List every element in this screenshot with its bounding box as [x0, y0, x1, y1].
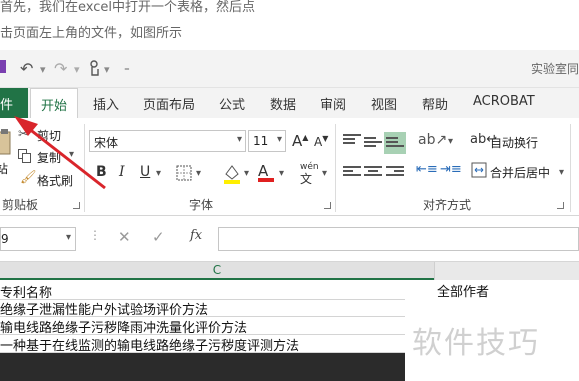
- cancel-entry-icon[interactable]: ✕: [118, 228, 131, 246]
- table-row[interactable]: 一种基于在线监测的输电线路绝缘子污秽度评测方法: [0, 334, 405, 353]
- insert-function-icon[interactable]: fx: [190, 228, 202, 243]
- obscured-region: [0, 353, 405, 381]
- watermark: 软件技巧: [412, 326, 540, 361]
- table-row[interactable]: 输电线路绝缘子污秽降雨冲洗量化评价方法: [0, 316, 405, 335]
- formula-bar-handle-icon[interactable]: ⋮: [89, 228, 101, 242]
- formula-bar: 9 ▾ ⋮ ✕ ✓ fx: [0, 216, 579, 262]
- column-header-c[interactable]: C: [0, 262, 434, 280]
- name-box-value: 9: [1, 232, 9, 246]
- column-header-d[interactable]: [434, 262, 579, 280]
- column-d-cell[interactable]: 全部作者: [437, 281, 489, 300]
- table-row[interactable]: 绝缘子泄漏性能户外试验场评价方法: [0, 298, 405, 317]
- confirm-entry-icon[interactable]: ✓: [152, 228, 165, 246]
- chevron-down-icon: ▾: [65, 232, 71, 243]
- formula-input[interactable]: [218, 227, 579, 251]
- name-box[interactable]: 9 ▾: [0, 227, 76, 251]
